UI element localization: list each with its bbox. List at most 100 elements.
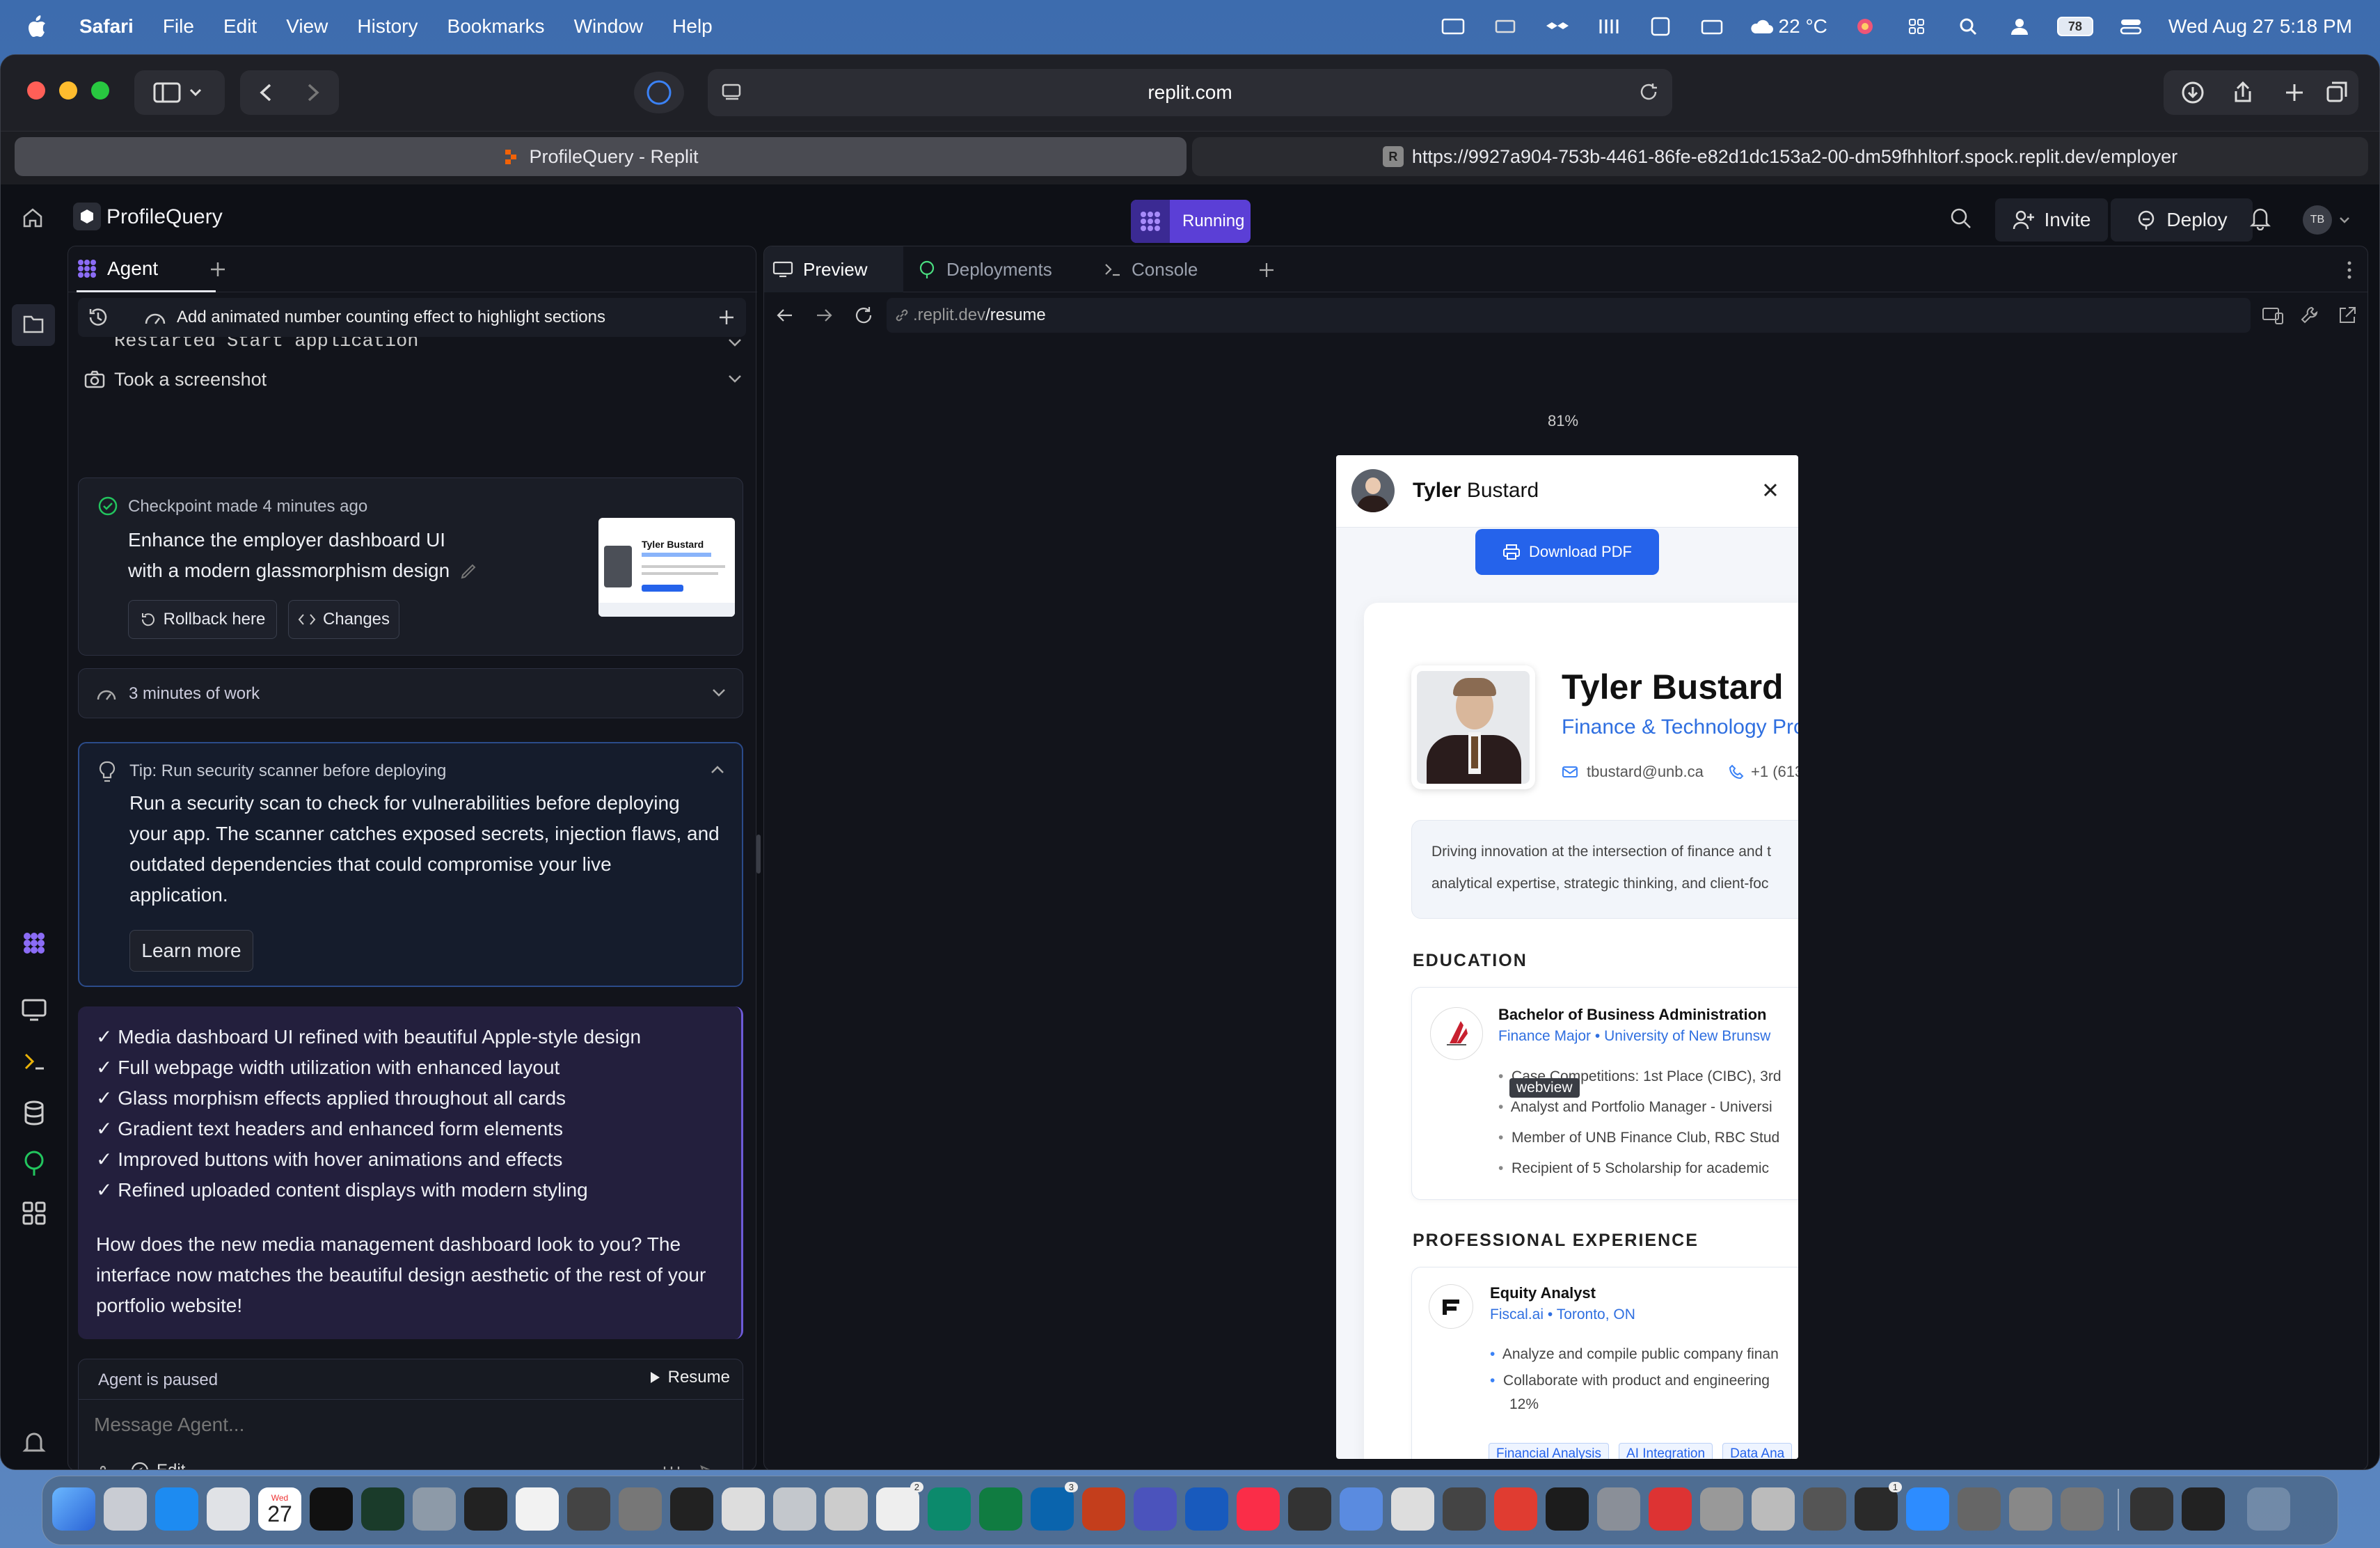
clock[interactable]: Wed Aug 27 5:18 PM (2168, 15, 2352, 38)
grid-menu-icon[interactable] (1903, 15, 1930, 38)
preview-url-input[interactable]: .replit.dev/resume (887, 298, 2251, 333)
panel-resize-handle[interactable] (756, 835, 761, 874)
menu-app-name[interactable]: Safari (79, 15, 134, 38)
settings-gear-icon[interactable] (1958, 1487, 2001, 1531)
color-wheel-icon[interactable] (1851, 15, 1879, 38)
more-options-icon[interactable] (2345, 259, 2354, 281)
user-app-icon[interactable] (2061, 1487, 2104, 1531)
weather-widget[interactable]: 22 °C (1750, 15, 1827, 38)
menu-history[interactable]: History (357, 15, 418, 38)
system-settings-icon[interactable] (1597, 1487, 1640, 1531)
reload-icon[interactable] (1639, 82, 1660, 103)
apps-grid-icon[interactable] (207, 1487, 250, 1531)
back-forward-icon[interactable] (248, 81, 331, 104)
control-center-icon[interactable] (2117, 15, 2145, 38)
perplexity-icon[interactable] (670, 1487, 713, 1531)
log-restarted[interactable]: Restarted Start application (84, 337, 745, 358)
excel-icon[interactable] (979, 1487, 1022, 1531)
safari-app-icon[interactable] (1700, 1487, 1743, 1531)
activity-icon[interactable] (464, 1487, 507, 1531)
wallet-icon[interactable] (1288, 1487, 1331, 1531)
work-summary[interactable]: 3 minutes of work (78, 668, 743, 718)
preview-app-icon[interactable] (413, 1487, 456, 1531)
search-icon[interactable] (1949, 207, 1973, 230)
user-icon[interactable] (2006, 15, 2033, 38)
device-size-icon[interactable] (2262, 306, 2284, 326)
menu-file[interactable]: File (163, 15, 194, 38)
all-tools-grid-icon[interactable] (20, 1199, 48, 1227)
agent-rail-icon[interactable] (20, 929, 48, 957)
checkpoint-thumbnail[interactable]: Tyler Bustard (598, 518, 735, 617)
tab-employer[interactable]: R https://9927a904-753b-4461-86fe-e82d1d… (1192, 137, 2368, 176)
spotlight-search-icon[interactable] (1954, 15, 1982, 38)
project-icon[interactable] (73, 203, 101, 230)
facetime-icon[interactable] (1546, 1487, 1589, 1531)
craft-app-icon[interactable] (1649, 1487, 1692, 1531)
console-prompt-icon[interactable] (20, 1048, 48, 1075)
database-icon[interactable] (20, 1099, 48, 1127)
preview-monitor-icon[interactable] (20, 996, 48, 1024)
new-task-icon[interactable] (715, 306, 738, 329)
resume-email[interactable]: tbustard@unb.ca (1562, 763, 1704, 781)
menu-edit[interactable]: Edit (223, 15, 257, 38)
word-icon[interactable] (1647, 15, 1674, 38)
project-name[interactable]: ProfileQuery (106, 205, 223, 229)
trash-icon[interactable] (2247, 1487, 2290, 1531)
recent-window-icon[interactable] (2130, 1487, 2173, 1531)
deployments-globe-icon[interactable] (20, 1149, 48, 1177)
utility-icon[interactable] (2009, 1487, 2052, 1531)
refresh-icon[interactable] (853, 305, 874, 326)
word-app-icon[interactable] (1185, 1487, 1228, 1531)
music-icon[interactable] (1237, 1487, 1280, 1531)
forward-arrow-icon[interactable] (814, 306, 834, 324)
menu-help[interactable]: Help (672, 15, 713, 38)
apple-logo-icon[interactable] (26, 15, 47, 38)
gift-icon[interactable] (1443, 1487, 1486, 1531)
devtools-wrench-icon[interactable] (2299, 305, 2320, 326)
pdf-app-icon[interactable] (1494, 1487, 1537, 1531)
close-icon[interactable] (1761, 480, 1780, 500)
recent-doc-icon[interactable] (2182, 1487, 2225, 1531)
dropbox-icon[interactable] (1544, 15, 1571, 38)
notifications-bell-icon[interactable] (2248, 205, 2272, 230)
deploy-button[interactable]: Deploy (2111, 198, 2253, 242)
finder-icon[interactable] (52, 1487, 95, 1531)
run-status-button[interactable]: Running (1131, 200, 1251, 243)
alerts-bell-icon[interactable] (20, 1429, 48, 1457)
phone-app-icon[interactable] (773, 1487, 816, 1531)
disk-utility-icon[interactable] (619, 1487, 662, 1531)
books-icon[interactable] (1391, 1487, 1434, 1531)
log-screenshot[interactable]: Took a screenshot (84, 363, 745, 395)
battery-indicator[interactable]: 78 (2056, 17, 2093, 36)
cards-icon[interactable] (1492, 15, 1520, 38)
terminal-app-icon[interactable] (361, 1487, 404, 1531)
news-app-icon[interactable] (825, 1487, 868, 1531)
menu-window[interactable]: Window (574, 15, 644, 38)
avatar[interactable]: TB (2303, 205, 2332, 235)
minimize-window-button[interactable] (59, 81, 77, 100)
launchpad-icon[interactable] (104, 1487, 147, 1531)
edit-mode-button[interactable]: Edit (130, 1461, 185, 1469)
keyboard-icon[interactable] (1698, 15, 1726, 38)
outlook-icon[interactable]: 3 (1031, 1482, 1078, 1531)
calendar-icon[interactable]: Wed 27 (258, 1487, 301, 1531)
icloud-icon[interactable] (1340, 1487, 1383, 1531)
chevron-down-icon[interactable] (2338, 214, 2351, 226)
history-icon[interactable] (86, 306, 110, 329)
pencil-icon[interactable] (459, 561, 479, 580)
files-app-icon[interactable] (1752, 1487, 1795, 1531)
teams-icon[interactable] (1134, 1487, 1177, 1531)
download-pdf-button[interactable]: Download PDF (1475, 529, 1659, 575)
screenshot-app-icon[interactable] (567, 1487, 610, 1531)
changes-button[interactable]: Changes (288, 600, 399, 639)
invite-button[interactable]: Invite (1995, 198, 2108, 242)
chevron-up-icon[interactable] (708, 763, 727, 777)
tab-deployments[interactable]: Deployments (917, 246, 1052, 292)
tab-console[interactable]: Console (1104, 246, 1198, 292)
whatsapp-icon[interactable]: 1 (1855, 1482, 1902, 1531)
tab-preview[interactable]: Preview (764, 246, 903, 292)
resume-button[interactable]: Resume (649, 1368, 730, 1387)
app-store-icon[interactable] (155, 1487, 198, 1531)
close-window-button[interactable] (27, 81, 45, 100)
tab-replit[interactable]: ProfileQuery - Replit (15, 137, 1187, 176)
